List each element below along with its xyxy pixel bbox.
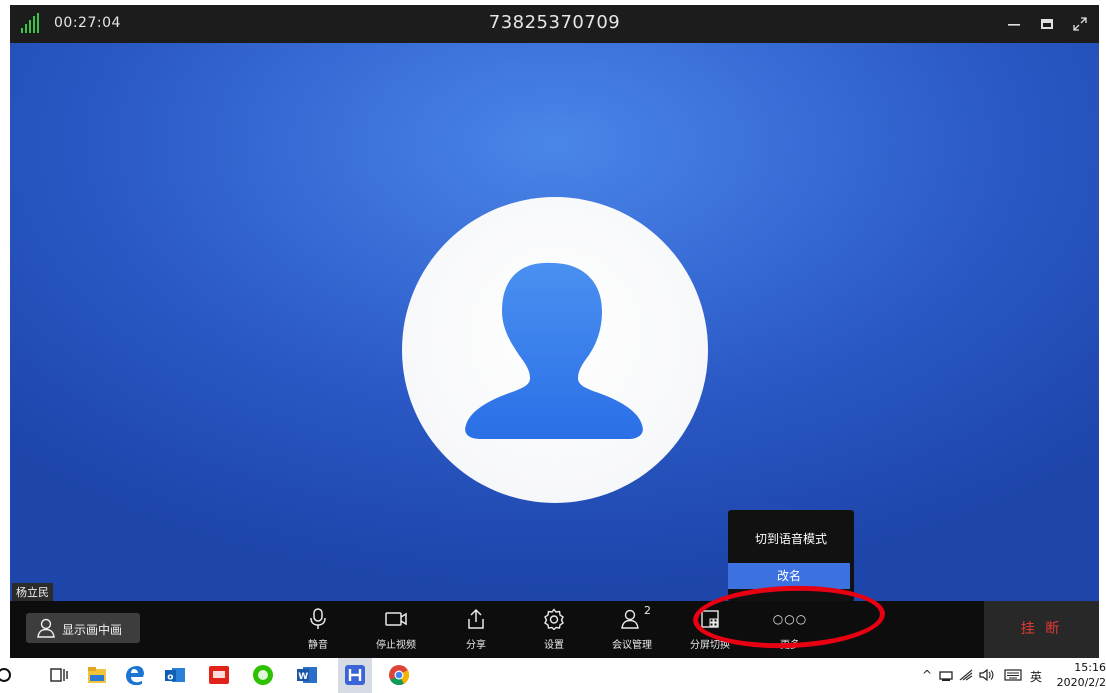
user-silhouette-icon: [465, 262, 643, 439]
youdao-icon[interactable]: [208, 664, 230, 686]
task-view-icon[interactable]: [48, 664, 70, 686]
person-icon: [37, 618, 55, 638]
meeting-management-label: 会议管理: [612, 640, 652, 651]
volume-icon[interactable]: [978, 667, 994, 683]
stop-video-button[interactable]: 停止视频: [356, 606, 436, 654]
edge-icon[interactable]: [124, 664, 146, 686]
keyboard-icon[interactable]: [1004, 667, 1022, 683]
network-icon[interactable]: [938, 667, 954, 683]
clock-time: 15:16: [1074, 661, 1106, 674]
outlook-icon[interactable]: o: [164, 664, 186, 686]
settings-button[interactable]: 设置: [514, 606, 594, 654]
maximize-icon[interactable]: [1037, 14, 1057, 34]
mute-button[interactable]: 静音: [278, 606, 358, 654]
svg-text:o: o: [167, 673, 173, 683]
meeting-toolbar: 显示画中画 静音 停止视频 分享 设置 2 会议管理 分屏切换 ○○○ 更多 挂…: [10, 601, 1099, 658]
switch-to-voice-mode-item[interactable]: 切到语音模式: [728, 530, 854, 547]
picture-in-picture-button[interactable]: 显示画中画: [26, 613, 140, 643]
picture-in-picture-label: 显示画中画: [62, 623, 123, 637]
wifi-icon[interactable]: [958, 667, 974, 683]
video-camera-icon: [385, 612, 407, 626]
word-icon[interactable]: W: [296, 664, 318, 686]
share-icon: [468, 608, 484, 629]
settings-label: 设置: [544, 640, 564, 651]
taskbar-clock[interactable]: 15:16 2020/2/2: [1050, 660, 1106, 690]
meeting-management-button[interactable]: 2 会议管理: [592, 604, 672, 654]
fullscreen-icon[interactable]: [1070, 14, 1090, 34]
meeting-window: 00:27:04 73825370709 杨立民 切到语音模式 改名 显示画中画…: [10, 5, 1099, 658]
avatar: [402, 197, 708, 503]
title-bar: 00:27:04 73825370709: [10, 5, 1099, 43]
meeting-id: 73825370709: [488, 12, 621, 33]
meeting-app-icon[interactable]: [344, 664, 366, 686]
show-hidden-icons-icon[interactable]: ^: [922, 668, 932, 682]
wechat-icon[interactable]: [252, 664, 274, 686]
chrome-icon[interactable]: [388, 664, 410, 686]
input-language-indicator[interactable]: 英: [1030, 668, 1042, 685]
minimize-icon[interactable]: [1004, 14, 1024, 34]
participant-count-badge: 2: [644, 604, 651, 617]
mute-label: 静音: [308, 640, 328, 651]
svg-text:W: W: [298, 672, 308, 682]
gear-icon: [544, 608, 564, 630]
share-button[interactable]: 分享: [436, 606, 516, 654]
video-area: 杨立民: [10, 43, 1099, 601]
cortana-icon[interactable]: [0, 664, 22, 686]
microphone-icon: [310, 608, 326, 629]
windows-taskbar: o W ^ 英 15:16 2020/2/2: [0, 658, 1106, 693]
stop-video-label: 停止视频: [376, 640, 416, 651]
file-explorer-icon[interactable]: [86, 664, 108, 686]
participant-name-tag: 杨立民: [12, 583, 53, 601]
hang-up-button[interactable]: 挂 断: [984, 601, 1099, 658]
share-label: 分享: [466, 640, 486, 651]
participants-icon: [621, 609, 639, 629]
clock-date: 2020/2/2: [1056, 676, 1106, 689]
